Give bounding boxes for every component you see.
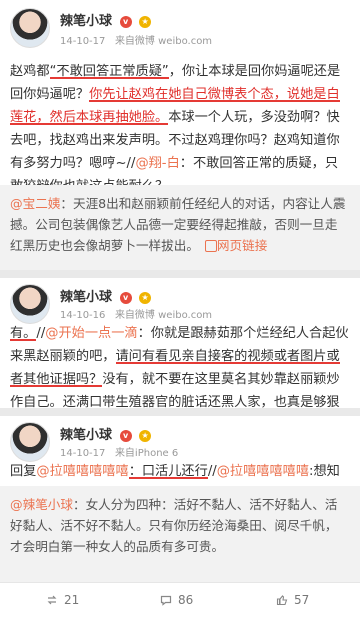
comment-icon bbox=[160, 595, 172, 606]
verified-badge-icon: v bbox=[119, 430, 132, 442]
post-actions-bar: 21 86 57 bbox=[0, 582, 360, 619]
link-icon bbox=[204, 240, 217, 252]
avatar[interactable] bbox=[10, 8, 50, 48]
vip-badge-icon: ★ bbox=[139, 430, 152, 442]
thumbs-up-icon bbox=[276, 595, 288, 606]
quoted-post-3[interactable]: @辣笔小球：女人分为四种：活好不黏人、活不好黏人、活好黏人、活不好不黏人。只有你… bbox=[0, 486, 360, 582]
verified-badge-icon: v bbox=[119, 16, 132, 28]
mention-link[interactable]: @开始一点一滴 bbox=[45, 326, 137, 341]
post-date: 14-10-17 bbox=[60, 448, 106, 459]
quoted-content: ：天涯8出和赵丽颖前任经纪人的对话，内容让人震撼。公司包装偶像艺人品德一定要经得… bbox=[10, 196, 346, 253]
comment-count: 86 bbox=[178, 593, 194, 607]
mention-link[interactable]: @拉嘻嘻嘻嘻嘻 bbox=[217, 464, 309, 479]
post-2: 辣笔小球 v ★ 14-10-16 来自微博 weibo.com 有。//@开始… bbox=[0, 278, 360, 433]
repost-icon bbox=[47, 595, 57, 605]
post-source: 来自iPhone 6 bbox=[114, 448, 179, 459]
repost-button[interactable]: 21 bbox=[46, 593, 79, 607]
author-name[interactable]: 辣笔小球 bbox=[60, 290, 112, 305]
post-author[interactable]: 辣笔小球 v ★ bbox=[60, 286, 152, 305]
divider bbox=[0, 270, 360, 278]
quoted-post-1[interactable]: @宝二姨：天涯8出和赵丽颖前任经纪人的对话，内容让人震撼。公司包装偶像艺人品德一… bbox=[0, 185, 360, 270]
mention-link[interactable]: @辣笔小球 bbox=[10, 497, 73, 512]
mention-link[interactable]: @翔-白 bbox=[135, 156, 179, 171]
post-date: 14-10-16 bbox=[60, 310, 106, 321]
quoted-text: @宝二姨：天涯8出和赵丽颖前任经纪人的对话，内容让人震撼。公司包装偶像艺人品德一… bbox=[10, 193, 350, 256]
quoted-text: @辣笔小球：女人分为四种：活好不黏人、活不好黏人、活好黏人、活不好不黏人。只有你… bbox=[10, 494, 350, 557]
vip-badge-icon: ★ bbox=[139, 292, 152, 304]
mention-link[interactable]: @宝二姨 bbox=[10, 196, 60, 211]
author-name[interactable]: 辣笔小球 bbox=[60, 14, 112, 29]
web-link[interactable]: 网页链接 bbox=[217, 238, 267, 253]
text-segment: 赵鸡都 bbox=[10, 64, 50, 79]
underlined-text: ：口活儿还行 bbox=[128, 464, 208, 479]
post-source: 来自微博 weibo.com bbox=[114, 36, 213, 47]
mention-link[interactable]: @拉嘻嘻嘻嘻嘻 bbox=[36, 464, 128, 479]
text-segment: 回复 bbox=[10, 464, 37, 479]
text-segment: // bbox=[207, 464, 217, 479]
like-button[interactable]: 57 bbox=[276, 593, 309, 607]
post-meta: 14-10-16 来自微博 weibo.com bbox=[60, 306, 212, 321]
post-author[interactable]: 辣笔小球 v ★ bbox=[60, 10, 152, 29]
post-meta: 14-10-17 来自微博 weibo.com bbox=[60, 32, 212, 47]
divider bbox=[0, 408, 360, 416]
post-author[interactable]: 辣笔小球 v ★ bbox=[60, 424, 152, 443]
post-meta: 14-10-17 来自iPhone 6 bbox=[60, 444, 178, 459]
post-1: 辣笔小球 v ★ 14-10-17 来自微博 weibo.com 赵鸡都“不敢回… bbox=[0, 0, 360, 194]
author-name[interactable]: 辣笔小球 bbox=[60, 428, 112, 443]
verified-badge-icon: v bbox=[119, 292, 132, 304]
comment-button[interactable]: 86 bbox=[160, 593, 193, 607]
text-segment: // bbox=[36, 326, 46, 341]
post-text: 赵鸡都“不敢回答正常质疑”，你让本球是回你妈逼呢还是回你妈逼呢？你先让赵鸡在她自… bbox=[10, 60, 350, 198]
avatar[interactable] bbox=[10, 284, 50, 324]
vip-badge-icon: ★ bbox=[139, 16, 152, 28]
post-source: 来自微博 weibo.com bbox=[114, 310, 213, 321]
avatar[interactable] bbox=[10, 422, 50, 462]
repost-count: 21 bbox=[64, 593, 80, 607]
post-3: 辣笔小球 v ★ 14-10-17 来自iPhone 6 回复@拉嘻嘻嘻嘻嘻：口… bbox=[0, 416, 360, 502]
underlined-text: “不敢回答正常质疑” bbox=[49, 64, 169, 79]
like-count: 57 bbox=[294, 593, 310, 607]
post-date: 14-10-17 bbox=[60, 36, 106, 47]
underlined-text: 有。 bbox=[10, 326, 37, 341]
